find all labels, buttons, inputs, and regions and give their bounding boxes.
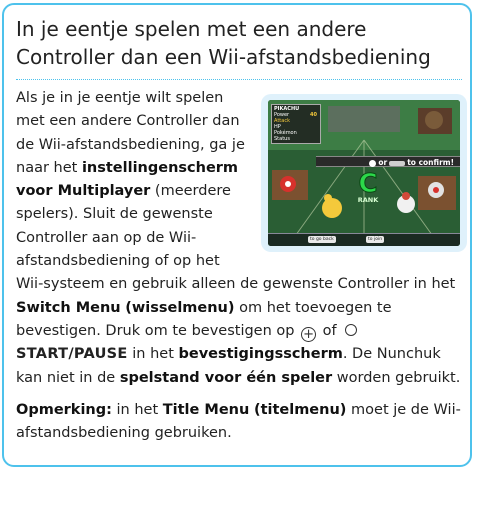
text: in het: [111, 401, 163, 418]
term-wisselmenu: (wisselmenu): [125, 299, 235, 316]
text: in het: [127, 346, 179, 363]
term-title-menu: Title Menu: [162, 401, 250, 418]
term-titelmenu: (titelmenu): [253, 401, 347, 418]
section-title: In je eentje spelen met een andere Contr…: [16, 17, 431, 69]
screenshot-spacer: [254, 87, 468, 253]
note-label: Opmerking:: [16, 401, 112, 418]
text: of: [318, 322, 342, 339]
text: worden gebruikt.: [332, 369, 461, 386]
info-card: In je eentje spelen met een andere Contr…: [2, 3, 472, 467]
term-confirmation-screen: bevestigingsscherm: [178, 346, 343, 363]
plus-button-icon: +: [301, 326, 317, 342]
term-switch-menu: Switch Menu: [16, 299, 121, 316]
start-pause-button-icon: [345, 323, 358, 336]
term-single-player-mode: spelstand voor één speler: [119, 369, 333, 386]
start-pause-label: START/PAUSE: [16, 346, 128, 363]
title-divider: [16, 79, 462, 80]
paragraph-single-player: Als je in je eentje wilt spelen met een …: [16, 87, 468, 445]
